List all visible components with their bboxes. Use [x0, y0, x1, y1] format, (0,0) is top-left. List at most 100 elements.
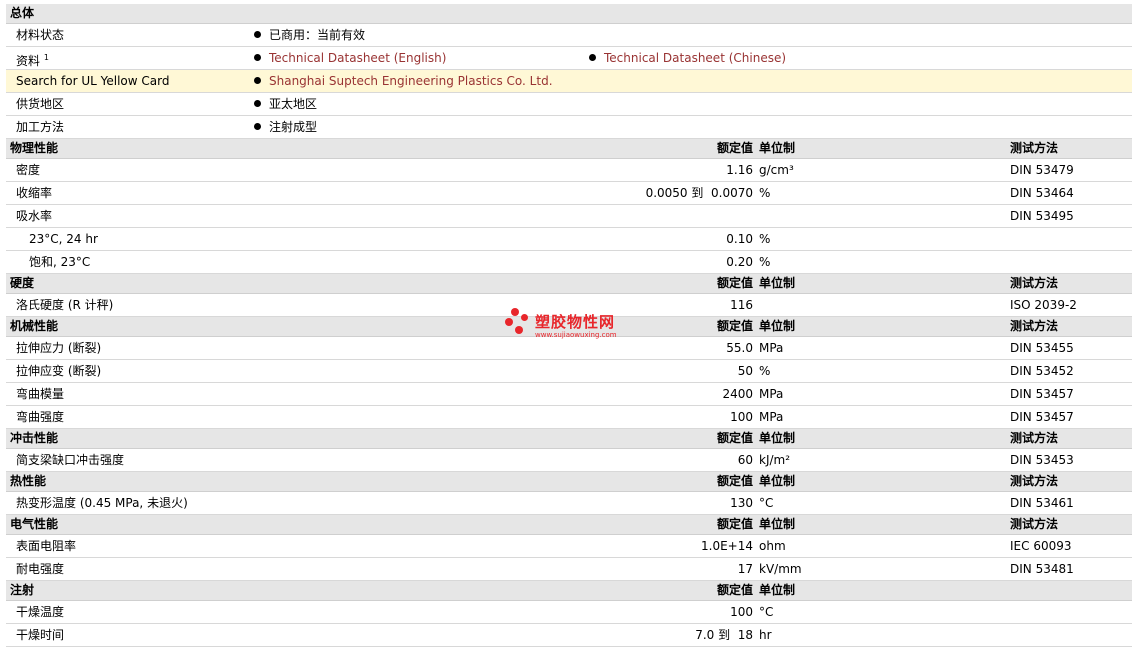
logo-dot-icon [515, 326, 523, 334]
section-header-impact: 冲击性能 额定值 单位制 测试方法 [6, 429, 1132, 449]
property-row: 弯曲模量 2400 MPa DIN 53457 [6, 383, 1132, 406]
section-title: 总体 [10, 6, 35, 20]
property-label: 23°C, 24 hr [29, 232, 98, 246]
section-title: 热性能 [10, 474, 47, 488]
watermark-url: www.sujiaowuxing.com [535, 331, 617, 339]
col-header-value: 额定值 [716, 319, 753, 333]
bullet-icon [589, 54, 596, 61]
property-value: 100 [730, 605, 753, 619]
property-label: 弯曲模量 [16, 387, 65, 401]
row-value: 注射成型 [269, 120, 318, 134]
col-header-value: 额定值 [716, 583, 753, 597]
col-header-method: 测试方法 [1010, 474, 1059, 488]
property-value: 130 [730, 496, 753, 510]
bullet-icon [254, 100, 261, 107]
section-header-general: 总体 [6, 4, 1132, 24]
property-value: 2400 [722, 387, 753, 401]
row-ul-yellow-card: Search for UL Yellow Card Shanghai Supte… [6, 70, 1132, 93]
property-unit: kV/mm [759, 562, 802, 576]
property-method: DIN 53452 [1010, 364, 1074, 378]
bullet-item: 已商用：当前有效 [254, 24, 365, 46]
property-method: DIN 53453 [1010, 453, 1074, 467]
col-header-unit: 单位制 [759, 319, 796, 333]
bullet-item: Shanghai Suptech Engineering Plastics Co… [254, 70, 553, 92]
col-header-unit: 单位制 [759, 517, 796, 531]
property-row: 热变形温度 (0.45 MPa, 未退火) 130 °C DIN 53461 [6, 492, 1132, 515]
col-header-unit: 单位制 [759, 431, 796, 445]
property-value: 1.16 [726, 163, 753, 177]
section-title: 硬度 [10, 276, 35, 290]
col-header-method: 测试方法 [1010, 276, 1059, 290]
col-header-method: 测试方法 [1010, 319, 1059, 333]
property-label: 洛氏硬度 (R 计秤) [16, 298, 114, 312]
section-header-electrical: 电气性能 额定值 单位制 测试方法 [6, 515, 1132, 535]
property-label: 密度 [16, 163, 41, 177]
property-row: 拉伸应变 (断裂) 50 % DIN 53452 [6, 360, 1132, 383]
row-datasheets: 资料 1 Technical Datasheet (English) Techn… [6, 47, 1132, 70]
property-row: 密度 1.16 g/cm³ DIN 53479 [6, 159, 1132, 182]
section-title: 物理性能 [10, 141, 59, 155]
datasheet-chinese-link[interactable]: Technical Datasheet (Chinese) [604, 51, 786, 65]
property-value: 100 [730, 410, 753, 424]
property-value: 55.0 [726, 341, 753, 355]
row-label: Search for UL Yellow Card [16, 74, 170, 88]
property-method: DIN 53481 [1010, 562, 1074, 576]
col-header-value: 额定值 [716, 141, 753, 155]
property-row: 饱和, 23°C 0.20 % [6, 251, 1132, 274]
property-unit: °C [759, 496, 774, 510]
property-method: ISO 2039-2 [1010, 298, 1077, 312]
bullet-icon [254, 77, 261, 84]
property-row: 干燥温度 100 °C [6, 601, 1132, 624]
watermark-title: 塑胶物性网 [535, 313, 616, 331]
col-header-value: 额定值 [716, 517, 753, 531]
property-method: DIN 53495 [1010, 209, 1074, 223]
property-label: 简支梁缺口冲击强度 [16, 453, 125, 467]
col-header-method: 测试方法 [1010, 517, 1059, 531]
property-value: 60 [737, 453, 753, 467]
property-row: 表面电阻率 1.0E+14 ohm IEC 60093 [6, 535, 1132, 558]
col-header-unit: 单位制 [759, 583, 796, 597]
property-unit: MPa [759, 341, 784, 355]
property-unit: % [759, 255, 771, 269]
bullet-icon [254, 54, 261, 61]
property-label: 干燥时间 [16, 628, 65, 642]
row-label: 加工方法 [16, 120, 65, 134]
bullet-icon [254, 31, 261, 38]
property-value: 7.0 到 18 [695, 628, 753, 642]
datasheets-label: 资料 [16, 54, 41, 68]
bullet-item: Technical Datasheet (English) [254, 47, 446, 69]
property-unit: kJ/m² [759, 453, 791, 467]
row-label: 供货地区 [16, 97, 65, 111]
property-label: 吸水率 [16, 209, 53, 223]
ul-supplier-link[interactable]: Shanghai Suptech Engineering Plastics Co… [269, 74, 553, 88]
property-value: 0.10 [726, 232, 753, 246]
col-header-unit: 单位制 [759, 276, 796, 290]
section-title: 注射 [10, 583, 35, 597]
bullet-item: 亚太地区 [254, 93, 317, 115]
property-label: 热变形温度 (0.45 MPa, 未退火) [16, 496, 188, 510]
property-unit: % [759, 364, 771, 378]
property-label: 干燥温度 [16, 605, 65, 619]
property-label: 收缩率 [16, 186, 53, 200]
col-header-method: 测试方法 [1010, 431, 1059, 445]
property-value: 50 [737, 364, 753, 378]
property-method: DIN 53457 [1010, 387, 1074, 401]
property-unit: g/cm³ [759, 163, 794, 177]
col-header-unit: 单位制 [759, 141, 796, 155]
bullet-item: Technical Datasheet (Chinese) [589, 47, 786, 69]
col-header-unit: 单位制 [759, 474, 796, 488]
section-title: 电气性能 [10, 517, 59, 531]
datasheet-english-link[interactable]: Technical Datasheet (English) [269, 51, 446, 65]
property-label: 拉伸应变 (断裂) [16, 364, 102, 378]
row-label: 资料 1 [16, 47, 49, 72]
logo-dot-icon [505, 318, 513, 326]
row-region: 供货地区 亚太地区 [6, 93, 1132, 116]
property-unit: °C [759, 605, 774, 619]
property-unit: % [759, 232, 771, 246]
property-unit: MPa [759, 410, 784, 424]
logo-dot-icon [521, 314, 528, 321]
property-value: 1.0E+14 [701, 539, 753, 553]
section-header-hardness: 硬度 额定值 单位制 测试方法 [6, 274, 1132, 294]
section-header-physical: 物理性能 额定值 单位制 测试方法 [6, 139, 1132, 159]
property-value: 0.20 [726, 255, 753, 269]
